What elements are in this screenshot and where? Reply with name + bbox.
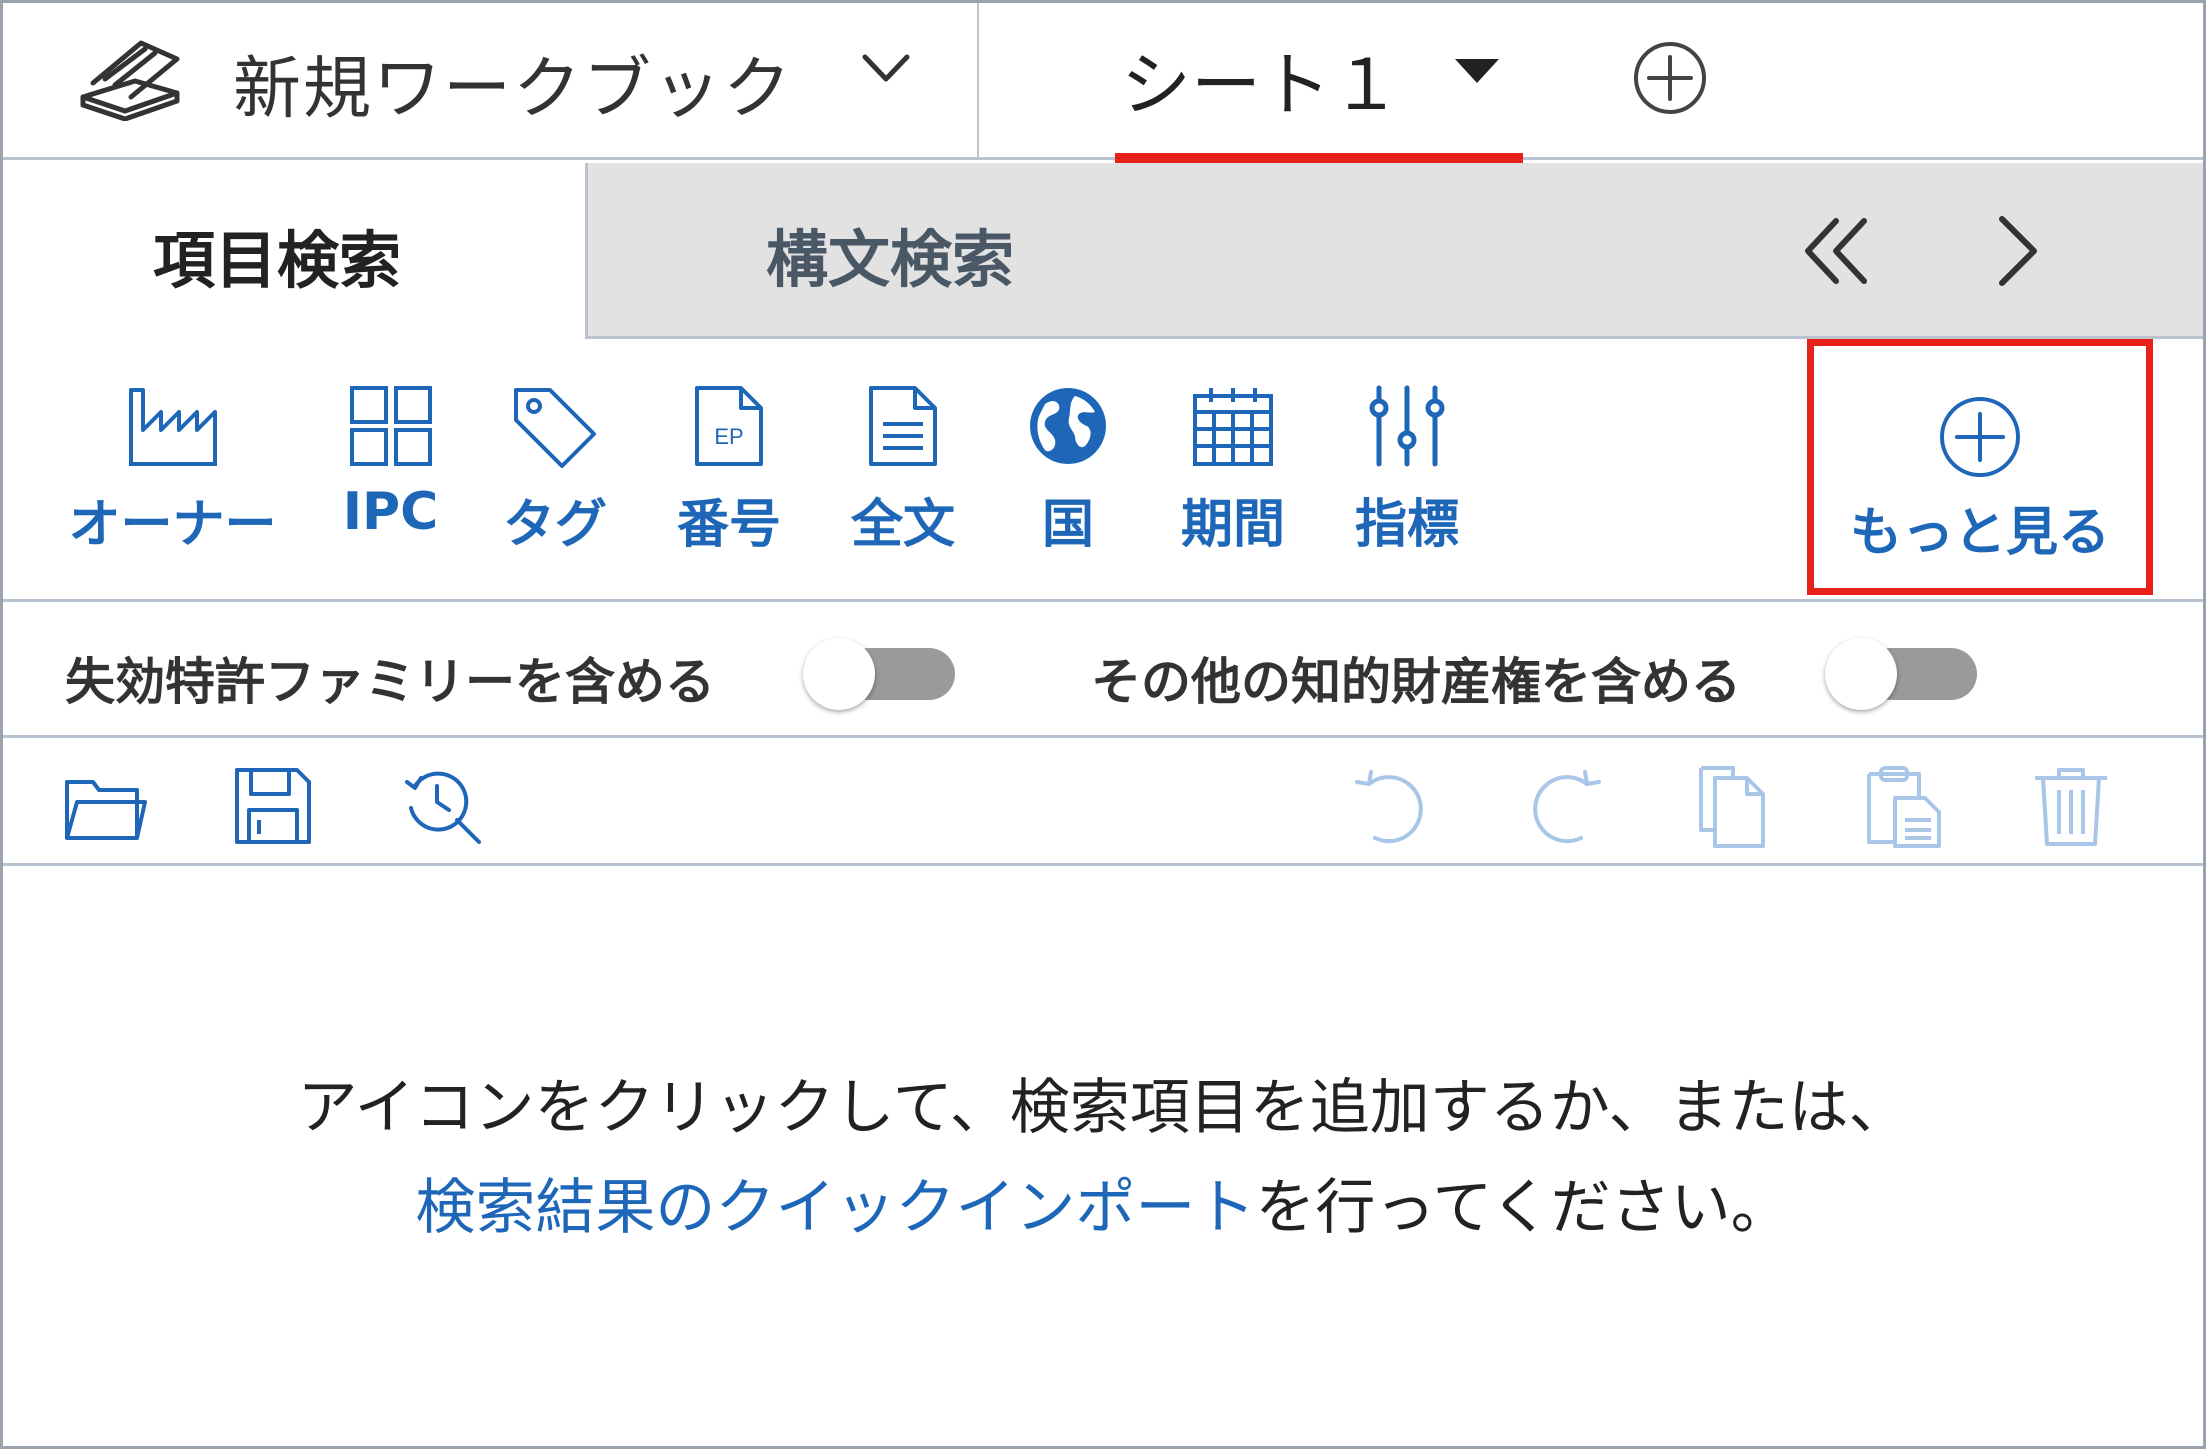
search-item-fulltext-label: 全文 [850,495,955,555]
copy-icon[interactable] [1693,764,1777,848]
tab-syntax-search-label: 構文検索 [766,223,1015,296]
folder-open-icon[interactable] [63,764,147,848]
undo-icon[interactable] [1349,764,1433,848]
search-item-indicator[interactable]: 指標 [1347,384,1467,557]
svg-text:EP: EP [714,424,743,449]
toggle-expired-families-label: 失効特許ファミリーを含める [65,653,715,711]
search-item-period[interactable]: 期間 [1171,384,1295,557]
globe-icon [1030,388,1106,464]
search-item-country-label: 国 [1041,495,1094,555]
search-item-number[interactable]: EP 番号 [669,384,789,557]
search-item-indicator-label: 指標 [1354,495,1459,555]
search-mode-tabs: 項目検索 構文検索 [3,160,2203,342]
search-item-fulltext[interactable]: 全文 [843,384,963,557]
tab-item-search[interactable]: 項目検索 [3,160,585,342]
search-item-country[interactable]: 国 [1013,384,1123,557]
plus-circle-icon [1940,397,2020,477]
sliders-icon [1369,385,1445,467]
stacked-books-icon [80,40,180,121]
grid-icon [349,386,432,466]
message-line-2-rest: を行ってください。 [1255,1173,1791,1243]
search-item-number-label: 番号 [676,495,781,555]
workbook-selector[interactable]: 新規ワークブック [3,3,979,160]
search-item-tag-label: タグ [502,495,607,555]
message-line-2: 検索結果のクイックインポートを行ってください。 [3,1158,2203,1258]
history-search-icon[interactable] [401,764,485,848]
app-frame: 新規ワークブック シート１ 項目検索 構文検索 オーナー IPC タグ EP 番… [0,0,2206,1449]
factory-icon [128,388,217,466]
sheet-tab[interactable]: シート１ [1115,3,1523,163]
option-toggles: 失効特許ファミリーを含める その他の知的財産権を含める [3,602,2203,738]
search-item-owner-label: オーナー [68,495,277,555]
tag-icon [514,388,596,468]
more-button[interactable]: もっと見る [1807,339,2153,595]
toggle-other-ip-label: その他の知的財産権を含める [1091,653,1741,711]
toggle-other-ip[interactable] [1825,638,1977,710]
double-chevron-left-icon[interactable] [1798,211,1878,291]
top-bar: 新規ワークブック シート１ [3,3,2203,163]
toolbar [3,738,2203,866]
caret-down-icon[interactable] [1455,59,1499,83]
message-line-1: アイコンをクリックして、検索項目を追加するか、または、 [297,1073,1909,1143]
search-item-ipc-label: IPC [342,482,439,542]
search-item-ipc[interactable]: IPC [333,384,448,542]
chevron-down-icon[interactable] [859,49,913,89]
document-icon [869,386,937,466]
search-item-owner[interactable]: オーナー [65,384,280,557]
toggle-expired-families[interactable] [803,638,955,710]
toggle-knob [1825,638,1897,710]
add-sheet-icon[interactable] [1631,39,1709,117]
search-item-icons: オーナー IPC タグ EP 番号 全文 国 期間 指標 もっと見る [3,339,2203,602]
search-item-tag[interactable]: タグ [495,384,615,557]
paste-icon[interactable] [1861,764,1945,848]
trash-icon[interactable] [2029,764,2113,848]
tab-item-search-label: 項目検索 [153,224,402,297]
more-button-label: もっと見る [1849,503,2110,563]
toggle-knob [803,638,875,710]
workbook-title: 新規ワークブック [233,50,794,129]
quick-import-link[interactable]: 検索結果のクイックインポート [415,1173,1255,1243]
chevron-right-icon[interactable] [1988,211,2048,291]
redo-icon[interactable] [1523,764,1607,848]
tab-syntax-search[interactable]: 構文検索 [585,163,2203,339]
empty-state-message: アイコンをクリックして、検索項目を追加するか、または、 検索結果のクイックインポ… [3,1058,2203,1258]
save-icon[interactable] [231,764,315,848]
search-item-period-label: 期間 [1180,495,1285,555]
ep-document-icon: EP [695,386,763,466]
calendar-icon [1193,388,1273,466]
sheet-label: シート１ [1121,44,1401,126]
